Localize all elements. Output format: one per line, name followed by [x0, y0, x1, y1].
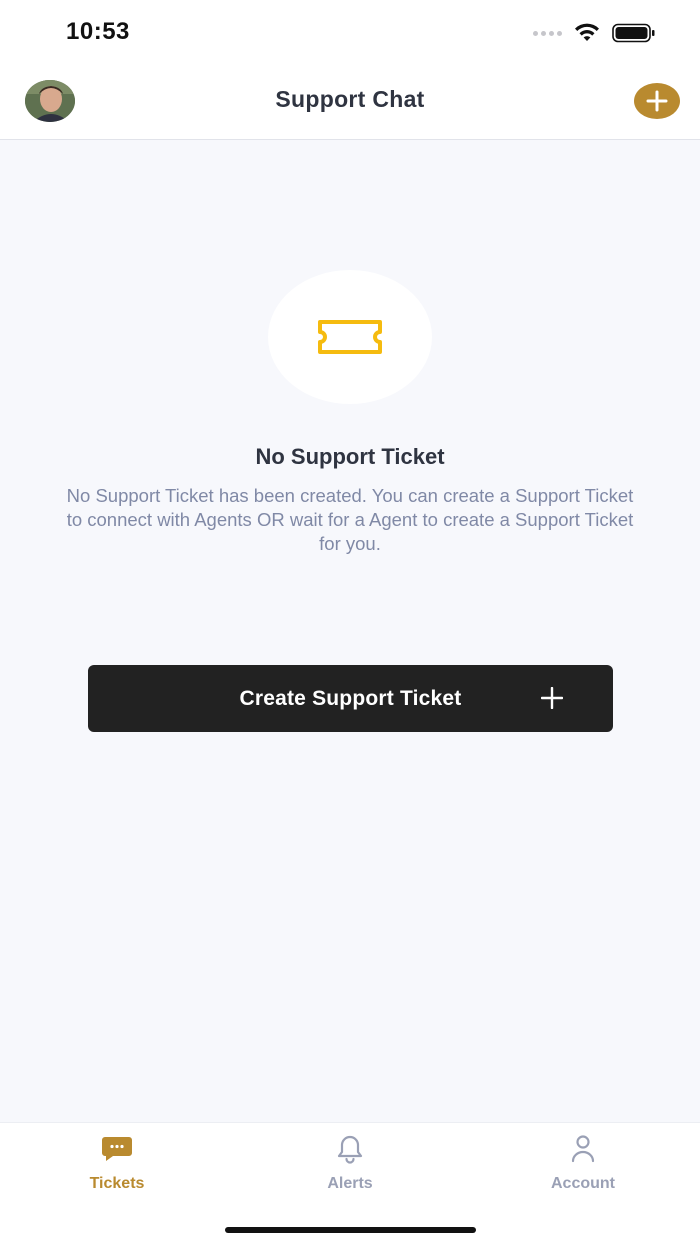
- create-support-ticket-button[interactable]: Create Support Ticket: [88, 665, 613, 732]
- wifi-icon: [575, 23, 599, 41]
- person-icon: [571, 1135, 595, 1163]
- chat-icon: [102, 1137, 132, 1161]
- page-title: Support Chat: [275, 86, 425, 112]
- status-time: 10:53: [66, 18, 130, 45]
- plus-icon: [541, 687, 563, 709]
- status-icons: [533, 22, 656, 44]
- tab-tickets[interactable]: Tickets: [37, 1133, 197, 1203]
- plus-icon: [646, 90, 668, 112]
- tab-label: Tickets: [89, 1175, 145, 1192]
- home-indicator: [225, 1227, 476, 1233]
- tab-label: Alerts: [327, 1175, 373, 1192]
- add-ticket-button[interactable]: [634, 83, 680, 119]
- ticket-icon: [318, 320, 382, 354]
- status-bar: 10:53: [0, 0, 700, 66]
- tab-bar: Tickets Alerts Account: [0, 1122, 700, 1244]
- tab-account[interactable]: Account: [503, 1133, 663, 1203]
- bell-icon: [337, 1135, 363, 1164]
- create-support-ticket-label: Create Support Ticket: [239, 686, 462, 710]
- tab-alerts[interactable]: Alerts: [270, 1133, 430, 1203]
- tab-label: Account: [551, 1175, 615, 1192]
- empty-state-description: No Support Ticket has been created. You …: [66, 485, 634, 554]
- empty-state-title: No Support Ticket: [255, 444, 445, 469]
- header: Support Chat: [0, 66, 700, 140]
- battery-icon: [612, 23, 655, 43]
- empty-state-icon-container: [268, 270, 432, 404]
- cellular-signal-icon: [533, 30, 562, 36]
